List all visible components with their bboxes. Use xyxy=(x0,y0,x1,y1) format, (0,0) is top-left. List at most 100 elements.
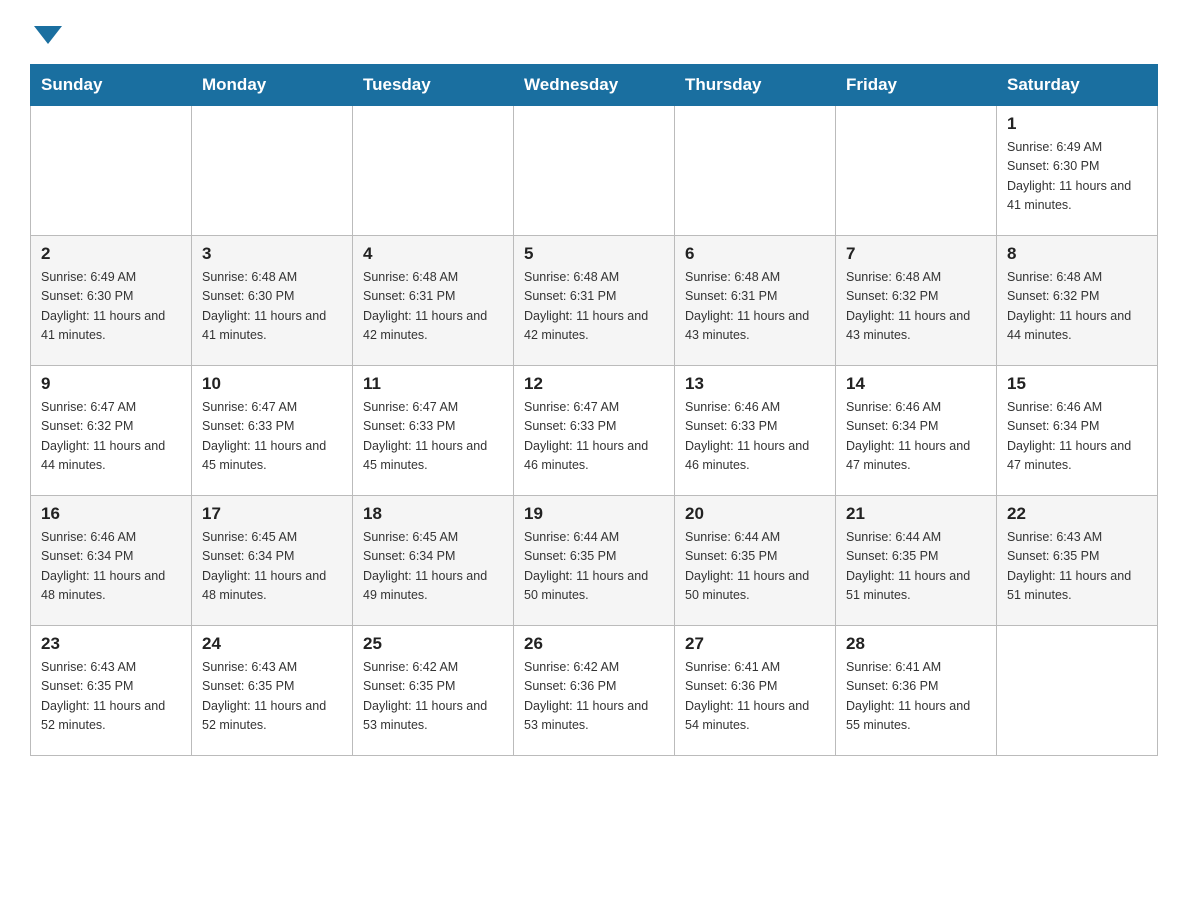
day-info: Sunrise: 6:43 AM Sunset: 6:35 PM Dayligh… xyxy=(1007,528,1147,606)
weekday-header-tuesday: Tuesday xyxy=(353,65,514,106)
day-number: 15 xyxy=(1007,374,1147,394)
day-info: Sunrise: 6:43 AM Sunset: 6:35 PM Dayligh… xyxy=(41,658,181,736)
day-info: Sunrise: 6:49 AM Sunset: 6:30 PM Dayligh… xyxy=(41,268,181,346)
day-info: Sunrise: 6:43 AM Sunset: 6:35 PM Dayligh… xyxy=(202,658,342,736)
calendar-cell: 4Sunrise: 6:48 AM Sunset: 6:31 PM Daylig… xyxy=(353,236,514,366)
calendar-cell xyxy=(31,106,192,236)
calendar-cell: 28 Sunrise: 6:41 AM Sunset: 6:36 PM Dayli… xyxy=(836,626,997,756)
day-number: 26 xyxy=(524,634,664,654)
calendar-cell xyxy=(836,106,997,236)
day-info: Sunrise: 6:46 AM Sunset: 6:33 PM Dayligh… xyxy=(685,398,825,476)
day-number: 12 xyxy=(524,374,664,394)
day-number: 22 xyxy=(1007,504,1147,524)
calendar-week-row: 23 Sunrise: 6:43 AM Sunset: 6:35 PM Dayli… xyxy=(31,626,1158,756)
day-number: 8 xyxy=(1007,244,1147,264)
day-info: Sunrise: 6:48 AM Sunset: 6:32 PM Dayligh… xyxy=(846,268,986,346)
weekday-header-saturday: Saturday xyxy=(997,65,1158,106)
calendar-cell: 6Sunrise: 6:48 AM Sunset: 6:31 PM Daylig… xyxy=(675,236,836,366)
day-info: Sunrise: 6:49 AM Sunset: 6:30 PM Dayligh… xyxy=(1007,138,1147,216)
day-number: 24 xyxy=(202,634,342,654)
day-number: 6 xyxy=(685,244,825,264)
calendar-cell: 27 Sunrise: 6:41 AM Sunset: 6:36 PM Dayli… xyxy=(675,626,836,756)
day-info: Sunrise: 6:48 AM Sunset: 6:30 PM Dayligh… xyxy=(202,268,342,346)
day-info: Sunrise: 6:41 AM Sunset: 6:36 PM Dayligh… xyxy=(685,658,825,736)
day-info: Sunrise: 6:42 AM Sunset: 6:36 PM Dayligh… xyxy=(524,658,664,736)
day-info: Sunrise: 6:45 AM Sunset: 6:34 PM Dayligh… xyxy=(363,528,503,606)
day-number: 18 xyxy=(363,504,503,524)
day-number: 27 xyxy=(685,634,825,654)
calendar-cell: 20 Sunrise: 6:44 AM Sunset: 6:35 PM Dayli… xyxy=(675,496,836,626)
day-number: 25 xyxy=(363,634,503,654)
weekday-header-row: SundayMondayTuesdayWednesdayThursdayFrid… xyxy=(31,65,1158,106)
calendar-cell: 3 Sunrise: 6:48 AM Sunset: 6:30 PM Daylig… xyxy=(192,236,353,366)
day-info: Sunrise: 6:41 AM Sunset: 6:36 PM Dayligh… xyxy=(846,658,986,736)
day-info: Sunrise: 6:47 AM Sunset: 6:33 PM Dayligh… xyxy=(524,398,664,476)
calendar-cell xyxy=(353,106,514,236)
calendar-cell: 11Sunrise: 6:47 AM Sunset: 6:33 PM Dayli… xyxy=(353,366,514,496)
day-info: Sunrise: 6:48 AM Sunset: 6:31 PM Dayligh… xyxy=(524,268,664,346)
day-info: Sunrise: 6:48 AM Sunset: 6:31 PM Dayligh… xyxy=(363,268,503,346)
day-number: 11 xyxy=(363,374,503,394)
calendar-table: SundayMondayTuesdayWednesdayThursdayFrid… xyxy=(30,64,1158,756)
day-number: 9 xyxy=(41,374,181,394)
calendar-cell xyxy=(514,106,675,236)
calendar-week-row: 2 Sunrise: 6:49 AM Sunset: 6:30 PM Daylig… xyxy=(31,236,1158,366)
weekday-header-thursday: Thursday xyxy=(675,65,836,106)
calendar-week-row: 9 Sunrise: 6:47 AM Sunset: 6:32 PM Daylig… xyxy=(31,366,1158,496)
calendar-cell: 14Sunrise: 6:46 AM Sunset: 6:34 PM Dayli… xyxy=(836,366,997,496)
page-header xyxy=(30,20,1158,44)
calendar-cell: 26 Sunrise: 6:42 AM Sunset: 6:36 PM Dayli… xyxy=(514,626,675,756)
day-number: 17 xyxy=(202,504,342,524)
day-number: 10 xyxy=(202,374,342,394)
weekday-header-friday: Friday xyxy=(836,65,997,106)
day-info: Sunrise: 6:44 AM Sunset: 6:35 PM Dayligh… xyxy=(685,528,825,606)
day-number: 23 xyxy=(41,634,181,654)
day-number: 14 xyxy=(846,374,986,394)
calendar-cell xyxy=(675,106,836,236)
weekday-header-wednesday: Wednesday xyxy=(514,65,675,106)
calendar-cell: 18 Sunrise: 6:45 AM Sunset: 6:34 PM Dayli… xyxy=(353,496,514,626)
calendar-cell: 19Sunrise: 6:44 AM Sunset: 6:35 PM Dayli… xyxy=(514,496,675,626)
calendar-cell: 16 Sunrise: 6:46 AM Sunset: 6:34 PM Dayli… xyxy=(31,496,192,626)
logo-arrow-icon xyxy=(34,26,62,44)
day-number: 3 xyxy=(202,244,342,264)
calendar-cell: 1 Sunrise: 6:49 AM Sunset: 6:30 PM Daylig… xyxy=(997,106,1158,236)
logo xyxy=(30,20,62,44)
day-number: 20 xyxy=(685,504,825,524)
day-number: 5 xyxy=(524,244,664,264)
day-number: 1 xyxy=(1007,114,1147,134)
day-info: Sunrise: 6:48 AM Sunset: 6:32 PM Dayligh… xyxy=(1007,268,1147,346)
calendar-cell: 17 Sunrise: 6:45 AM Sunset: 6:34 PM Dayli… xyxy=(192,496,353,626)
calendar-cell xyxy=(192,106,353,236)
weekday-header-monday: Monday xyxy=(192,65,353,106)
calendar-cell: 21 Sunrise: 6:44 AM Sunset: 6:35 PM Dayli… xyxy=(836,496,997,626)
day-number: 28 xyxy=(846,634,986,654)
day-info: Sunrise: 6:46 AM Sunset: 6:34 PM Dayligh… xyxy=(1007,398,1147,476)
day-number: 2 xyxy=(41,244,181,264)
day-info: Sunrise: 6:44 AM Sunset: 6:35 PM Dayligh… xyxy=(846,528,986,606)
weekday-header-sunday: Sunday xyxy=(31,65,192,106)
calendar-cell xyxy=(997,626,1158,756)
day-number: 19 xyxy=(524,504,664,524)
day-number: 13 xyxy=(685,374,825,394)
calendar-cell: 10Sunrise: 6:47 AM Sunset: 6:33 PM Dayli… xyxy=(192,366,353,496)
day-number: 7 xyxy=(846,244,986,264)
calendar-week-row: 1 Sunrise: 6:49 AM Sunset: 6:30 PM Daylig… xyxy=(31,106,1158,236)
calendar-cell: 8 Sunrise: 6:48 AM Sunset: 6:32 PM Daylig… xyxy=(997,236,1158,366)
calendar-cell: 5 Sunrise: 6:48 AM Sunset: 6:31 PM Daylig… xyxy=(514,236,675,366)
day-info: Sunrise: 6:42 AM Sunset: 6:35 PM Dayligh… xyxy=(363,658,503,736)
day-info: Sunrise: 6:46 AM Sunset: 6:34 PM Dayligh… xyxy=(41,528,181,606)
calendar-cell: 7 Sunrise: 6:48 AM Sunset: 6:32 PM Daylig… xyxy=(836,236,997,366)
calendar-cell: 13 Sunrise: 6:46 AM Sunset: 6:33 PM Dayli… xyxy=(675,366,836,496)
calendar-cell: 22 Sunrise: 6:43 AM Sunset: 6:35 PM Dayli… xyxy=(997,496,1158,626)
calendar-cell: 15 Sunrise: 6:46 AM Sunset: 6:34 PM Dayli… xyxy=(997,366,1158,496)
day-info: Sunrise: 6:47 AM Sunset: 6:32 PM Dayligh… xyxy=(41,398,181,476)
calendar-cell: 25 Sunrise: 6:42 AM Sunset: 6:35 PM Dayli… xyxy=(353,626,514,756)
calendar-cell: 12 Sunrise: 6:47 AM Sunset: 6:33 PM Dayli… xyxy=(514,366,675,496)
day-number: 16 xyxy=(41,504,181,524)
day-number: 21 xyxy=(846,504,986,524)
calendar-week-row: 16 Sunrise: 6:46 AM Sunset: 6:34 PM Dayli… xyxy=(31,496,1158,626)
calendar-cell: 24 Sunrise: 6:43 AM Sunset: 6:35 PM Dayli… xyxy=(192,626,353,756)
day-info: Sunrise: 6:45 AM Sunset: 6:34 PM Dayligh… xyxy=(202,528,342,606)
calendar-cell: 23 Sunrise: 6:43 AM Sunset: 6:35 PM Dayli… xyxy=(31,626,192,756)
